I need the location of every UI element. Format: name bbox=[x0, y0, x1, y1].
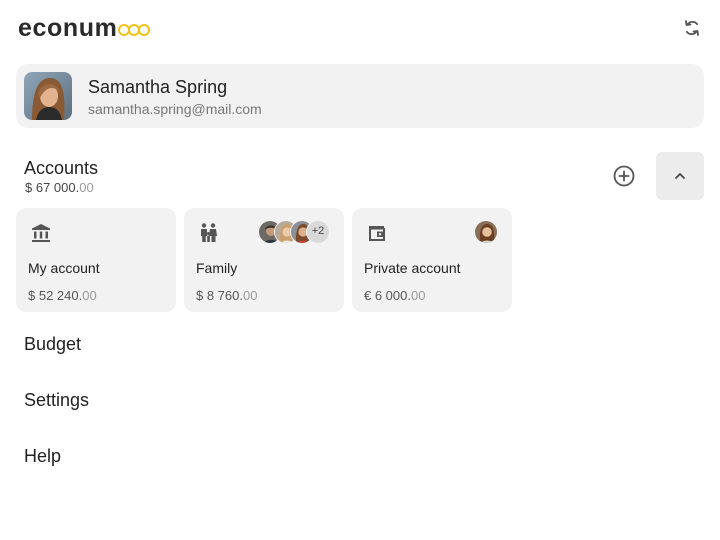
account-name: Family bbox=[196, 260, 238, 276]
accounts-total-cents: 00 bbox=[79, 180, 94, 195]
logo-rings bbox=[118, 14, 151, 42]
menu-item-settings[interactable]: Settings bbox=[24, 389, 89, 411]
profile-card[interactable]: Samantha Spring samantha.spring@mail.com bbox=[16, 64, 704, 128]
logo-text: econum bbox=[18, 14, 118, 42]
accounts-total: $ 67 000.00 bbox=[25, 180, 94, 195]
account-amount: € 6 000.00 bbox=[364, 288, 425, 304]
account-amount: $ 52 240.00 bbox=[28, 288, 97, 304]
account-card-my-account[interactable]: My account $ 52 240.00 bbox=[16, 208, 176, 312]
profile-name: Samantha Spring bbox=[88, 77, 228, 97]
wallet-icon bbox=[369, 226, 385, 241]
add-account-button[interactable] bbox=[612, 164, 636, 188]
profile-email: samantha.spring@mail.com bbox=[88, 101, 262, 117]
account-card-family[interactable]: +2 Family $ 8 760.00 bbox=[184, 208, 344, 312]
accounts-total-main: $ 67 000. bbox=[25, 180, 80, 195]
account-amount-main: $ 8 760. bbox=[196, 288, 243, 303]
account-name: Private account bbox=[364, 260, 461, 276]
account-card-private[interactable]: Private account € 6 000.00 bbox=[352, 208, 512, 312]
collapse-accounts-button[interactable] bbox=[656, 152, 704, 200]
account-amount: $ 8 760.00 bbox=[196, 288, 257, 304]
accounts-title: Accounts bbox=[24, 158, 99, 178]
menu-item-budget[interactable]: Budget bbox=[24, 333, 81, 355]
family-members: +2 bbox=[258, 220, 334, 244]
account-amount-cents: 00 bbox=[82, 288, 97, 303]
app-logo: econum bbox=[18, 14, 151, 42]
account-amount-main: $ 52 240. bbox=[28, 288, 83, 303]
avatar bbox=[24, 72, 72, 120]
more-members-badge: +2 bbox=[306, 220, 330, 244]
chevron-up-icon bbox=[675, 173, 685, 179]
refresh-icon[interactable] bbox=[680, 16, 704, 40]
member-avatar bbox=[474, 220, 498, 244]
account-amount-main: € 6 000. bbox=[364, 288, 411, 303]
private-members bbox=[474, 220, 500, 244]
family-icon bbox=[201, 223, 217, 242]
account-amount-cents: 00 bbox=[411, 288, 426, 303]
menu-item-help[interactable]: Help bbox=[24, 445, 61, 467]
account-name: My account bbox=[28, 260, 100, 276]
account-amount-cents: 00 bbox=[243, 288, 258, 303]
bank-icon bbox=[32, 224, 50, 242]
app-header: econum bbox=[0, 0, 720, 56]
